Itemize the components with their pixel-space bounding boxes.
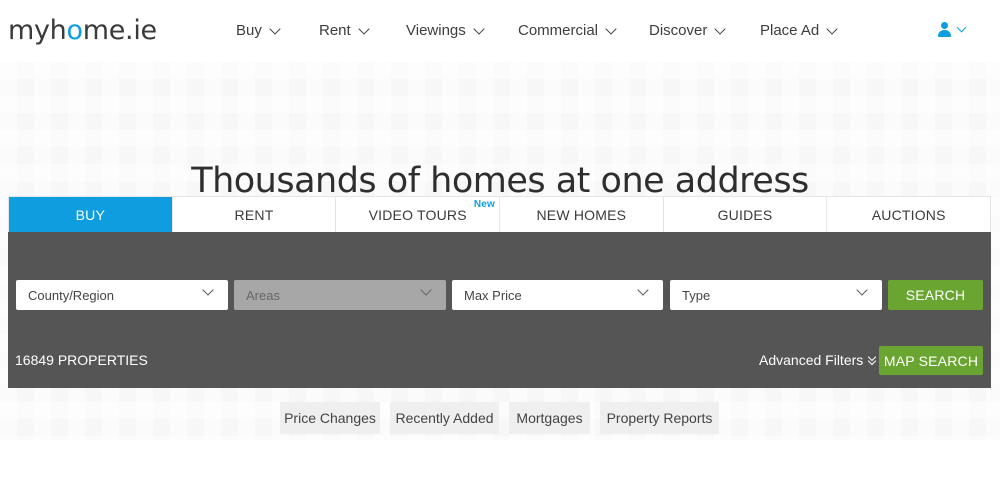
tab-new-homes[interactable]: NEW HOMES — [500, 197, 664, 232]
nav-viewings-label: Viewings — [406, 22, 466, 39]
chevron-down-icon — [269, 22, 281, 35]
areas-select[interactable]: Areas — [234, 280, 446, 310]
tab-guides-label: GUIDES — [717, 206, 773, 223]
nav-buy[interactable]: Buy — [236, 22, 281, 39]
search-button[interactable]: SEARCH — [888, 280, 983, 310]
chevron-down-icon — [473, 22, 485, 35]
recently-added-link[interactable]: Recently Added — [390, 402, 499, 434]
nav-buy-label: Buy — [236, 22, 262, 39]
chevron-down-icon — [605, 22, 617, 35]
chevron-down-icon — [637, 284, 649, 296]
price-changes-link[interactable]: Price Changes — [280, 402, 380, 434]
tab-auctions-label: AUCTIONS — [871, 206, 946, 223]
chevron-down-icon — [956, 22, 967, 33]
user-icon — [938, 22, 951, 37]
advanced-filters-link[interactable]: Advanced Filters — [759, 352, 877, 368]
type-select-value: Type — [682, 287, 711, 303]
nav-discover-label: Discover — [649, 22, 708, 39]
chevron-down-icon — [358, 22, 370, 35]
nav-place-ad[interactable]: Place Ad — [760, 22, 838, 39]
chevron-down-icon — [420, 284, 432, 296]
search-tabs: BUY RENT VIDEO TOURS New NEW HOMES GUIDE… — [8, 196, 991, 240]
chevron-down-icon — [856, 284, 868, 296]
tab-video-tours-label: VIDEO TOURS — [368, 206, 467, 223]
county-select-value: County/Region — [28, 287, 114, 303]
county-select[interactable]: County/Region — [16, 280, 228, 310]
map-search-button[interactable]: MAP SEARCH — [879, 346, 983, 375]
chevron-down-icon — [826, 22, 838, 35]
tab-rent[interactable]: RENT — [173, 197, 337, 232]
search-panel: County/Region Areas Max Price Type SEARC… — [8, 232, 991, 388]
hero-title: Thousands of homes at one address — [191, 161, 809, 201]
chevron-down-icon — [714, 22, 727, 35]
advanced-filters-label: Advanced Filters — [759, 352, 864, 368]
new-badge: New — [473, 199, 496, 210]
user-menu[interactable] — [938, 22, 967, 37]
nav-commercial[interactable]: Commercial — [518, 22, 617, 39]
type-select[interactable]: Type — [670, 280, 882, 310]
site-header: myhome.ie Buy Rent Viewings Commercial D… — [0, 0, 1000, 62]
nav-commercial-label: Commercial — [518, 22, 599, 39]
property-reports-link[interactable]: Property Reports — [600, 402, 719, 434]
tab-buy-label: BUY — [75, 206, 106, 223]
tab-guides[interactable]: GUIDES — [664, 197, 828, 232]
tab-auctions[interactable]: AUCTIONS — [827, 197, 990, 232]
max-price-select[interactable]: Max Price — [452, 280, 663, 310]
nav-discover[interactable]: Discover — [649, 22, 727, 39]
areas-select-value: Areas — [246, 287, 280, 303]
tab-video-tours[interactable]: VIDEO TOURS New — [336, 197, 501, 232]
tab-new-homes-label: NEW HOMES — [536, 206, 627, 223]
nav-viewings[interactable]: Viewings — [406, 22, 485, 39]
chevron-down-icon — [202, 284, 214, 296]
nav-place-ad-label: Place Ad — [760, 22, 820, 39]
nav-rent[interactable]: Rent — [319, 22, 370, 39]
nav-rent-label: Rent — [319, 22, 351, 39]
tab-buy[interactable]: BUY — [9, 197, 173, 240]
myhome-logo[interactable]: myhome.ie — [8, 15, 157, 46]
mortgages-link[interactable]: Mortgages — [509, 402, 590, 434]
property-count: 16849 PROPERTIES — [15, 352, 148, 368]
double-chevron-down-icon — [867, 352, 877, 366]
max-price-select-value: Max Price — [464, 287, 522, 303]
tab-rent-label: RENT — [234, 206, 274, 223]
